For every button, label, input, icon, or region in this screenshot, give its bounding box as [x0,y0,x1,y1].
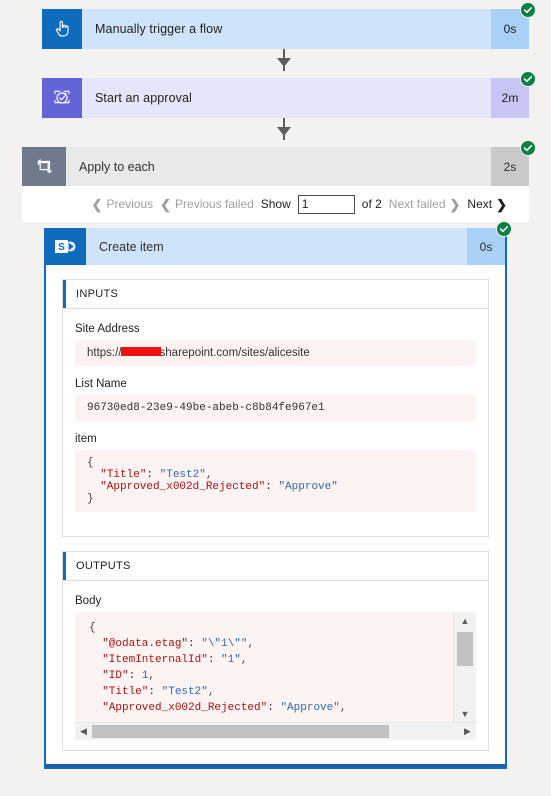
scroll-up-arrow-icon[interactable]: ▲ [454,612,476,629]
next-label: Next [467,197,493,211]
previous-button[interactable]: ❮ Previous [92,197,154,211]
previous-failed-label: Previous failed [175,197,254,211]
status-badge-success [520,2,536,18]
horizontal-scrollbar[interactable]: ◀ ▶ [75,722,476,740]
list-name-value: 96730ed8-23e9-49be-abeb-c8b84fe967e1 [75,395,476,421]
inputs-section-title: INPUTS [76,288,119,300]
outputs-panel-header: OUTPUTS [63,552,488,581]
loop-icon [22,147,66,186]
chevron-left-icon: ❮ [160,196,172,212]
site-address-suffix: sharepoint.com/sites/alicesite [159,347,310,359]
list-name-label: List Name [75,378,127,390]
next-button[interactable]: Next ❯ [467,197,507,211]
next-failed-button[interactable]: Next failed ❯ [389,197,461,211]
create-item-header[interactable]: S Create item 0s [46,221,512,265]
inputs-panel: INPUTS Site Address https:// sharepoint.c… [62,279,489,537]
status-badge-success [520,140,536,156]
approval-title: Start an approval [82,78,491,118]
create-item-title: Create item [86,228,467,265]
scope-title: Apply to each [66,147,491,186]
outputs-section-title: OUTPUTS [76,560,131,572]
vertical-scrollbar[interactable]: ▲ ▼ [453,612,476,722]
chevron-left-icon: ❮ [91,196,103,212]
chevron-right-icon: ❯ [449,196,461,212]
page-total-label: of 2 [361,197,382,211]
sharepoint-icon: S [46,228,86,265]
hand-pointer-icon [42,9,82,49]
vertical-scroll-thumb[interactable] [457,632,473,666]
chevron-right-icon: ❯ [496,196,507,212]
previous-failed-button[interactable]: ❮ Previous failed [160,197,254,211]
connector-arrow-1 [277,58,291,67]
card-bottom-rule [46,764,505,767]
inputs-panel-header: INPUTS [63,280,488,309]
trigger-title: Manually trigger a flow [82,9,491,49]
flow-step-create-item: S Create item 0s INPUTS Site Address htt… [44,221,512,769]
item-json: { "Title": "Test2", "Approved_x002d_Reje… [75,450,476,512]
scroll-left-arrow-icon[interactable]: ◀ [75,726,92,737]
page-number-input[interactable] [297,194,355,214]
flow-step-trigger[interactable]: Manually trigger a flow 0s [42,2,536,49]
item-label: item [75,433,97,445]
horizontal-scroll-track[interactable] [92,723,459,740]
iteration-pager: ❮ Previous ❮ Previous failed Show of 2 N… [22,186,529,222]
connector-arrow-2 [277,127,291,136]
body-json: { "@odata.etag": "\"1\"", "ItemInternalI… [89,622,347,714]
status-badge-success [520,71,536,87]
flow-step-apply-to-each: Apply to each 2s ❮ Previous ❮ Previous f… [22,140,536,222]
flow-step-approval[interactable]: Start an approval 2m [42,71,536,118]
redaction-bar [120,347,161,357]
show-label: Show [260,197,291,211]
site-address-prefix: https:// [87,347,122,359]
status-badge-success [496,221,512,237]
site-address-value: https:// sharepoint.com/sites/alicesite [75,340,476,366]
horizontal-scroll-thumb[interactable] [92,725,390,738]
body-label: Body [75,595,102,607]
scroll-down-arrow-icon[interactable]: ▼ [454,705,476,722]
previous-label: Previous [106,197,154,211]
body-output-scrollbox: { "@odata.etag": "\"1\"", "ItemInternalI… [75,612,476,722]
outputs-panel: OUTPUTS Body { "@odata.etag": "\"1\"", "… [62,551,489,751]
svg-text:S: S [58,242,65,253]
scroll-right-arrow-icon[interactable]: ▶ [459,726,476,737]
approval-check-icon [42,78,82,118]
scope-header[interactable]: Apply to each 2s [22,140,536,186]
site-address-label: Site Address [75,323,140,335]
next-failed-label: Next failed [388,197,446,211]
